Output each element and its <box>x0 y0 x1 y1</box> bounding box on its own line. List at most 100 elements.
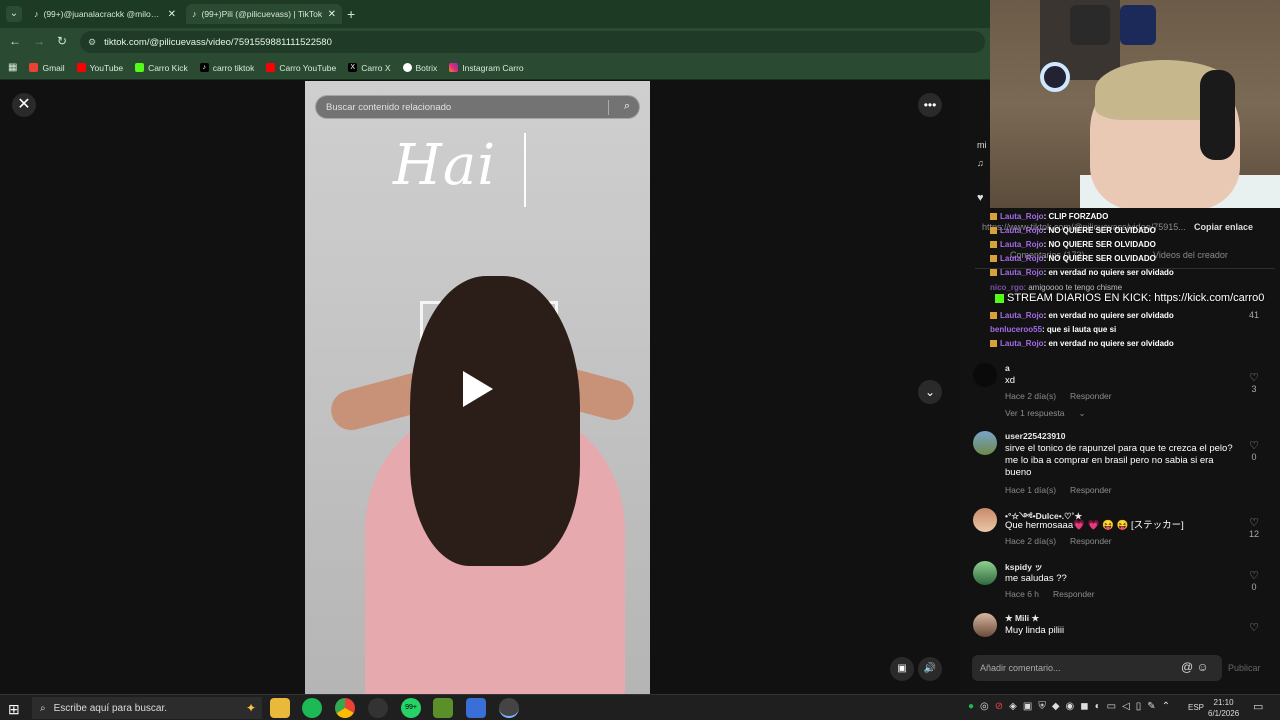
spotify-tray-icon[interactable]: ● <box>968 701 974 712</box>
avatar[interactable] <box>973 363 997 387</box>
bookmark-carro-kick[interactable]: Carro Kick <box>135 63 188 73</box>
like-heart-icon[interactable]: ♥ <box>977 192 984 204</box>
comment-time: Hace 2 día(s) <box>1005 536 1057 546</box>
reply-button[interactable]: Responder <box>1070 391 1112 401</box>
next-video-icon[interactable]: ⌄ <box>918 380 942 404</box>
avatar[interactable] <box>973 508 997 532</box>
tray-app-icon[interactable]: ◆ <box>1052 701 1060 712</box>
battery-icon[interactable]: ▯ <box>1136 701 1142 712</box>
tab-title: (99+)@juanalacrackk @milozes <box>43 9 163 19</box>
taskbar-clock[interactable]: 21:10 6/1/2026 <box>1208 697 1239 719</box>
volume-icon[interactable]: 🔊 <box>918 657 942 681</box>
comment-likes[interactable]: ♡ 0 <box>1247 569 1261 592</box>
notifications-icon[interactable]: ▭ <box>1253 700 1263 713</box>
heart-icon[interactable]: ♡ <box>1247 516 1261 529</box>
heart-icon[interactable]: ♡ <box>1247 569 1261 582</box>
tray-app-icon[interactable]: ◐ <box>1095 701 1101 712</box>
windows-taskbar: ⊞ ⌕ Escribe aquí para buscar. ✦ 99+ ● ◎ … <box>0 694 1280 720</box>
comment-likes[interactable]: ♡ 12 <box>1247 516 1261 539</box>
file-explorer-icon[interactable] <box>270 698 290 718</box>
comment-author[interactable]: user225423910 <box>1005 431 1066 441</box>
close-tab-icon[interactable]: ✕ <box>168 9 176 20</box>
taskbar-search[interactable]: ⌕ Escribe aquí para buscar. ✦ <box>32 697 262 719</box>
reply-button[interactable]: Responder <box>1070 485 1112 495</box>
forward-icon[interactable]: → <box>33 34 45 48</box>
sub-badge-icon <box>990 227 997 235</box>
comment-likes[interactable]: ♡ 3 <box>1247 371 1261 394</box>
chrome-icon[interactable] <box>335 698 355 718</box>
bookmark-carro-youtube[interactable]: Carro YouTube <box>266 63 336 73</box>
reply-button[interactable]: Responder <box>1070 536 1112 546</box>
related-search-input[interactable]: Buscar contenido relacionado ⌕ <box>315 95 640 119</box>
sub-badge-icon <box>990 241 997 249</box>
view-replies-button[interactable]: Ver 1 respuesta ⌄ <box>1005 408 1086 419</box>
chat-message: Lauta_Rojo: en verdad no quiere ser olvi… <box>990 339 1174 348</box>
reload-icon[interactable]: ↻ <box>57 34 67 48</box>
comment-meta: Hace 2 día(s) Responder <box>1005 391 1112 401</box>
comment-item: user225423910 sirve el tonico de rapunze… <box>973 431 1263 497</box>
store-icon[interactable] <box>466 698 486 718</box>
video-player[interactable]: Hai Buscar contenido relacionado ⌕ <box>305 81 650 694</box>
steam-icon[interactable]: ◉ <box>1066 701 1075 712</box>
bookmark-instagram[interactable]: Instagram Carro <box>449 63 524 73</box>
comment-author[interactable]: ★ Mili ★ <box>1005 613 1039 624</box>
mention-icon[interactable]: @ <box>1181 660 1193 674</box>
pen-icon[interactable]: ✎ <box>1147 701 1155 712</box>
avatar[interactable] <box>973 431 997 455</box>
bookmark-carro-tiktok[interactable]: ♪ carro tiktok <box>199 63 254 73</box>
publish-button[interactable]: Publicar <box>1228 663 1261 673</box>
stream-banner: STREAM DIARIOS EN KICK: https://kick.com… <box>995 292 1264 304</box>
avatar[interactable] <box>973 561 997 585</box>
tab-search-button[interactable]: ⌄ <box>6 6 22 22</box>
bookmark-youtube[interactable]: YouTube <box>76 63 123 73</box>
heart-icon[interactable]: ♡ <box>1247 371 1261 384</box>
comment-time: Hace 1 día(s) <box>1005 485 1057 495</box>
tray-app-icon[interactable]: ◼ <box>1080 701 1088 712</box>
comment-author[interactable]: kspidy ッ <box>1005 561 1043 573</box>
copilot-icon[interactable]: ✦ <box>246 701 256 715</box>
browser-tab-1[interactable]: ♪ (99+)@juanalacrackk @milozes ✕ <box>28 4 182 24</box>
whatsapp-icon[interactable]: 99+ <box>401 698 421 718</box>
youtube-icon <box>76 63 86 72</box>
tray-app-icon[interactable]: ⊘ <box>995 701 1003 712</box>
bookmark-carro-x[interactable]: X Carro X <box>348 63 391 73</box>
discord-icon[interactable]: ◈ <box>1009 701 1017 712</box>
close-tab-icon[interactable]: ✕ <box>328 9 336 20</box>
play-icon[interactable] <box>463 371 493 407</box>
comment-likes[interactable]: ♡ 0 <box>1247 439 1261 462</box>
back-icon[interactable]: ← <box>9 34 21 48</box>
tray-app-icon[interactable]: ▣ <box>1023 701 1032 712</box>
shield-icon[interactable]: ⛨ <box>1038 701 1046 712</box>
heart-icon[interactable]: ♡ <box>1247 621 1261 634</box>
emoji-icon[interactable]: ☺ <box>1197 660 1209 674</box>
comment-likes[interactable]: ♡ <box>1247 621 1261 634</box>
site-info-icon[interactable]: ⚙ <box>88 37 96 48</box>
comment-item: ★ Mili ★ Muy linda piliii ♡ <box>973 613 1263 643</box>
bookmarks-bar: ▦ Gmail YouTube Carro Kick ♪ carro tiktok… <box>0 56 990 80</box>
bookmark-botrix[interactable]: Botrix <box>402 63 437 73</box>
apps-icon[interactable]: ▦ <box>8 62 17 73</box>
comment-author[interactable]: a <box>1005 363 1010 373</box>
whatsapp-tray-icon[interactable]: ◎ <box>980 701 989 712</box>
address-bar[interactable]: ⚙ tiktok.com/@pilicuevass/video/75915598… <box>80 31 985 53</box>
more-options-icon[interactable]: ••• <box>918 93 942 117</box>
browser-tab-2[interactable]: ♪ (99+)Pili (@pilicuevass) | TikTok ✕ <box>186 4 342 24</box>
mini-player-icon[interactable]: ▣ <box>890 657 914 681</box>
network-icon[interactable]: ▭ <box>1107 701 1116 712</box>
new-tab-button[interactable]: + <box>347 6 355 22</box>
close-video-button[interactable]: ✕ <box>12 93 36 117</box>
search-icon[interactable]: ⌕ <box>624 100 630 113</box>
windows-start-icon[interactable]: ⊞ <box>8 701 20 718</box>
chrome-active-icon[interactable] <box>499 698 519 718</box>
heart-icon[interactable]: ♡ <box>1247 439 1261 452</box>
avatar[interactable] <box>973 613 997 637</box>
chevron-up-icon[interactable]: ⌃ <box>1162 701 1170 712</box>
volume-icon[interactable]: ◁ <box>1122 701 1130 712</box>
obs-icon[interactable] <box>368 698 388 718</box>
reply-button[interactable]: Responder <box>1053 589 1095 599</box>
input-language[interactable]: ESP <box>1188 703 1204 712</box>
minecraft-icon[interactable] <box>433 698 453 718</box>
spotify-icon[interactable] <box>302 698 322 718</box>
bookmark-gmail[interactable]: Gmail <box>29 63 65 73</box>
video-figure-hair <box>410 276 580 566</box>
